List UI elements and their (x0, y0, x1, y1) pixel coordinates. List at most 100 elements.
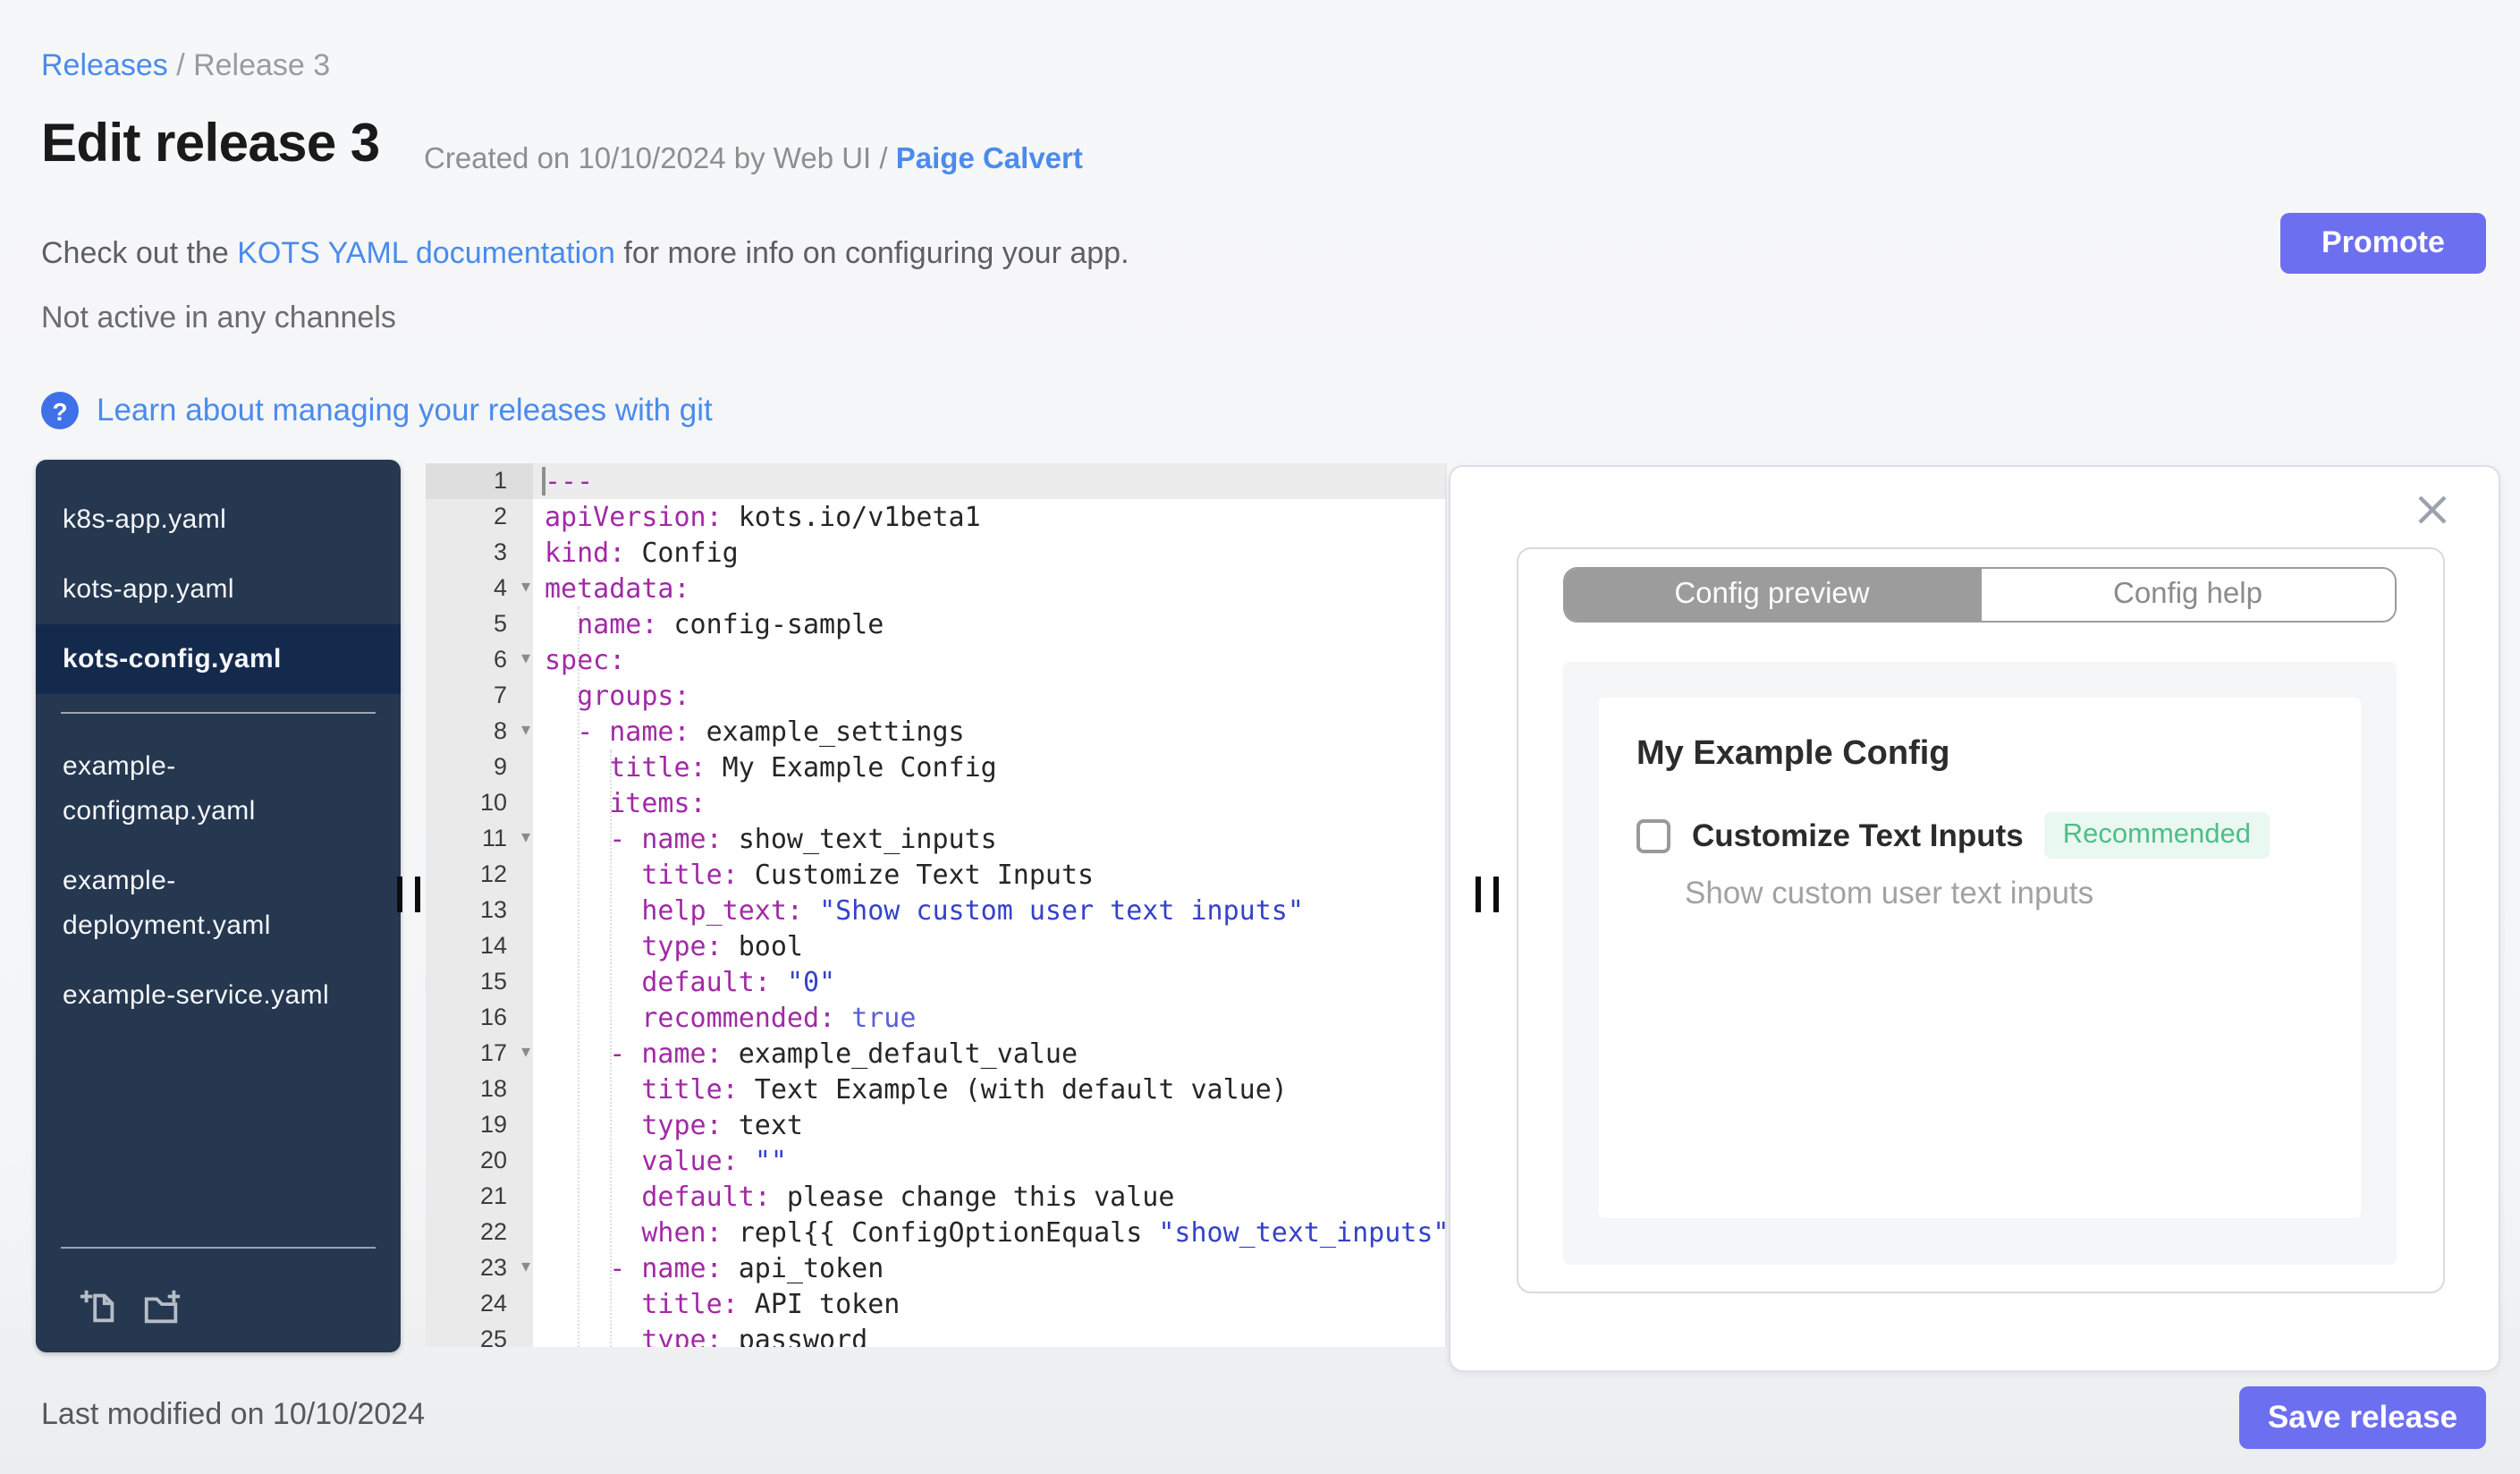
created-text: Created on 10/10/2024 by Web UI / (424, 143, 896, 175)
config-group-title: My Example Config (1636, 735, 1950, 773)
fold-arrow-icon[interactable]: ▾ (521, 1250, 530, 1286)
code-text[interactable]: recommended: true (532, 1000, 1445, 1036)
save-release-button[interactable]: Save release (2239, 1386, 2486, 1449)
code-text[interactable]: - name: api_token (532, 1250, 1445, 1286)
code-line[interactable]: 18 title: Text Example (with default val… (426, 1072, 1445, 1107)
code-line[interactable]: 3 kind: Config (426, 535, 1445, 571)
code-line[interactable]: 25 type: password (426, 1322, 1445, 1347)
code-line[interactable]: 6 ▾ spec: (426, 642, 1445, 678)
kots-yaml-doc-link[interactable]: KOTS YAML documentation (237, 236, 615, 270)
git-help-row: ? Learn about managing your releases wit… (41, 392, 713, 429)
sidebar-resize-handle[interactable] (397, 877, 420, 912)
code-line[interactable]: 10 items: (426, 785, 1445, 821)
code-line[interactable]: 1 --- (426, 463, 1445, 499)
config-card: My Example Config Customize Text Inputs … (1599, 698, 2361, 1218)
created-author-link[interactable]: Paige Calvert (896, 143, 1083, 175)
code-text[interactable]: title: My Example Config (532, 750, 1445, 785)
fold-arrow-icon[interactable]: ▾ (521, 642, 530, 678)
line-number: 17 ▾ (426, 1036, 532, 1072)
code-line[interactable]: 9 title: My Example Config (426, 750, 1445, 785)
code-text[interactable]: apiVersion: kots.io/v1beta1 (532, 499, 1445, 535)
code-line[interactable]: 2 apiVersion: kots.io/v1beta1 (426, 499, 1445, 535)
code-text[interactable]: - name: example_default_value (532, 1036, 1445, 1072)
code-line[interactable]: 16 recommended: true (426, 1000, 1445, 1036)
line-number: 12 (426, 857, 532, 893)
line-number: 20 (426, 1143, 532, 1179)
promote-button[interactable]: Promote (2280, 213, 2486, 274)
page-title: Edit release 3 (41, 114, 380, 174)
tab-config-preview[interactable]: Config preview (1565, 569, 1979, 621)
code-text[interactable]: metadata: (532, 571, 1445, 606)
line-number: 6 ▾ (426, 642, 532, 678)
line-number: 16 (426, 1000, 532, 1036)
code-text[interactable]: title: Customize Text Inputs (532, 857, 1445, 893)
new-folder-icon[interactable] (141, 1286, 182, 1327)
preview-inner-panel: Config preview Config help My Example Co… (1517, 547, 2445, 1293)
channel-status: Not active in any channels (41, 301, 396, 335)
code-line[interactable]: 11 ▾ - name: show_text_inputs (426, 821, 1445, 857)
code-line[interactable]: 12 title: Customize Text Inputs (426, 857, 1445, 893)
code-line[interactable]: 7 groups: (426, 678, 1445, 714)
code-line[interactable]: 22 when: repl{{ ConfigOptionEquals "show… (426, 1215, 1445, 1250)
code-text[interactable]: default: please change this value (532, 1179, 1445, 1215)
sidebar-file-item[interactable]: example-service.yaml (36, 961, 401, 1030)
code-line[interactable]: 23 ▾ - name: api_token (426, 1250, 1445, 1286)
code-text[interactable]: title: API token (532, 1286, 1445, 1322)
code-line[interactable]: 15 default: "0" (426, 964, 1445, 1000)
code-text[interactable]: groups: (532, 678, 1445, 714)
code-text[interactable]: - name: show_text_inputs (532, 821, 1445, 857)
breadcrumb-current: Release 3 (193, 48, 331, 82)
tab-config-help[interactable]: Config help (1979, 569, 2395, 621)
code-text[interactable]: - name: example_settings (532, 714, 1445, 750)
config-item-help: Show custom user text inputs (1685, 875, 2094, 911)
fold-arrow-icon[interactable]: ▾ (521, 714, 530, 750)
recommended-badge: Recommended (2044, 812, 2269, 859)
code-text[interactable]: title: Text Example (with default value) (532, 1072, 1445, 1107)
code-text[interactable]: kind: Config (532, 535, 1445, 571)
help-circle-icon[interactable]: ? (41, 392, 79, 429)
fold-arrow-icon[interactable]: ▾ (521, 1036, 530, 1072)
sidebar-file-item[interactable]: kots-app.yaml (36, 555, 401, 624)
code-line[interactable]: 20 value: "" (426, 1143, 1445, 1179)
code-line[interactable]: 13 help_text: "Show custom user text inp… (426, 893, 1445, 928)
git-releases-link[interactable]: Learn about managing your releases with … (97, 392, 713, 429)
code-text[interactable]: items: (532, 785, 1445, 821)
breadcrumb-releases-link[interactable]: Releases (41, 48, 168, 82)
line-number: 25 (426, 1322, 532, 1347)
doc-line: Check out the KOTS YAML documentation fo… (41, 236, 1129, 272)
code-line[interactable]: 4 ▾ metadata: (426, 571, 1445, 606)
new-file-icon[interactable] (79, 1286, 120, 1327)
code-text[interactable]: when: repl{{ ConfigOptionEquals "show_te… (532, 1215, 1445, 1250)
code-line[interactable]: 24 title: API token (426, 1286, 1445, 1322)
line-number: 15 (426, 964, 532, 1000)
code-text[interactable]: type: bool (532, 928, 1445, 964)
line-number: 11 ▾ (426, 821, 532, 857)
indent-guide (577, 606, 579, 1347)
code-line[interactable]: 21 default: please change this value (426, 1179, 1445, 1215)
code-line[interactable]: 17 ▾ - name: example_default_value (426, 1036, 1445, 1072)
code-rows: 1 --- 2 apiVersion: kots.io/v1beta1 3 kind: C… (426, 463, 1445, 1347)
preview-resize-handle[interactable] (1476, 877, 1499, 912)
code-text[interactable]: type: text (532, 1107, 1445, 1143)
code-text[interactable]: name: config-sample (532, 606, 1445, 642)
fold-arrow-icon[interactable]: ▾ (521, 571, 530, 606)
sidebar-file-item[interactable]: example-deployment.yaml (36, 846, 401, 961)
code-line[interactable]: 14 type: bool (426, 928, 1445, 964)
code-text[interactable]: spec: (532, 642, 1445, 678)
code-text[interactable]: type: password (532, 1322, 1445, 1347)
code-line[interactable]: 8 ▾ - name: example_settings (426, 714, 1445, 750)
close-icon[interactable] (2416, 494, 2448, 526)
doc-line-before: Check out the (41, 236, 238, 270)
sidebar-file-item[interactable]: kots-config.yaml (36, 624, 401, 694)
code-text[interactable]: value: "" (532, 1143, 1445, 1179)
code-text[interactable]: help_text: "Show custom user text inputs… (532, 893, 1445, 928)
sidebar-file-item[interactable]: k8s-app.yaml (36, 485, 401, 555)
code-text[interactable]: default: "0" (532, 964, 1445, 1000)
code-text[interactable]: --- (532, 463, 1445, 499)
fold-arrow-icon[interactable]: ▾ (521, 821, 530, 857)
sidebar-file-item[interactable]: example-configmap.yaml (36, 732, 401, 846)
config-checkbox[interactable] (1636, 818, 1670, 852)
code-line[interactable]: 5 name: config-sample (426, 606, 1445, 642)
yaml-editor[interactable]: 1 --- 2 apiVersion: kots.io/v1beta1 3 kind: C… (426, 463, 1445, 1347)
code-line[interactable]: 19 type: text (426, 1107, 1445, 1143)
